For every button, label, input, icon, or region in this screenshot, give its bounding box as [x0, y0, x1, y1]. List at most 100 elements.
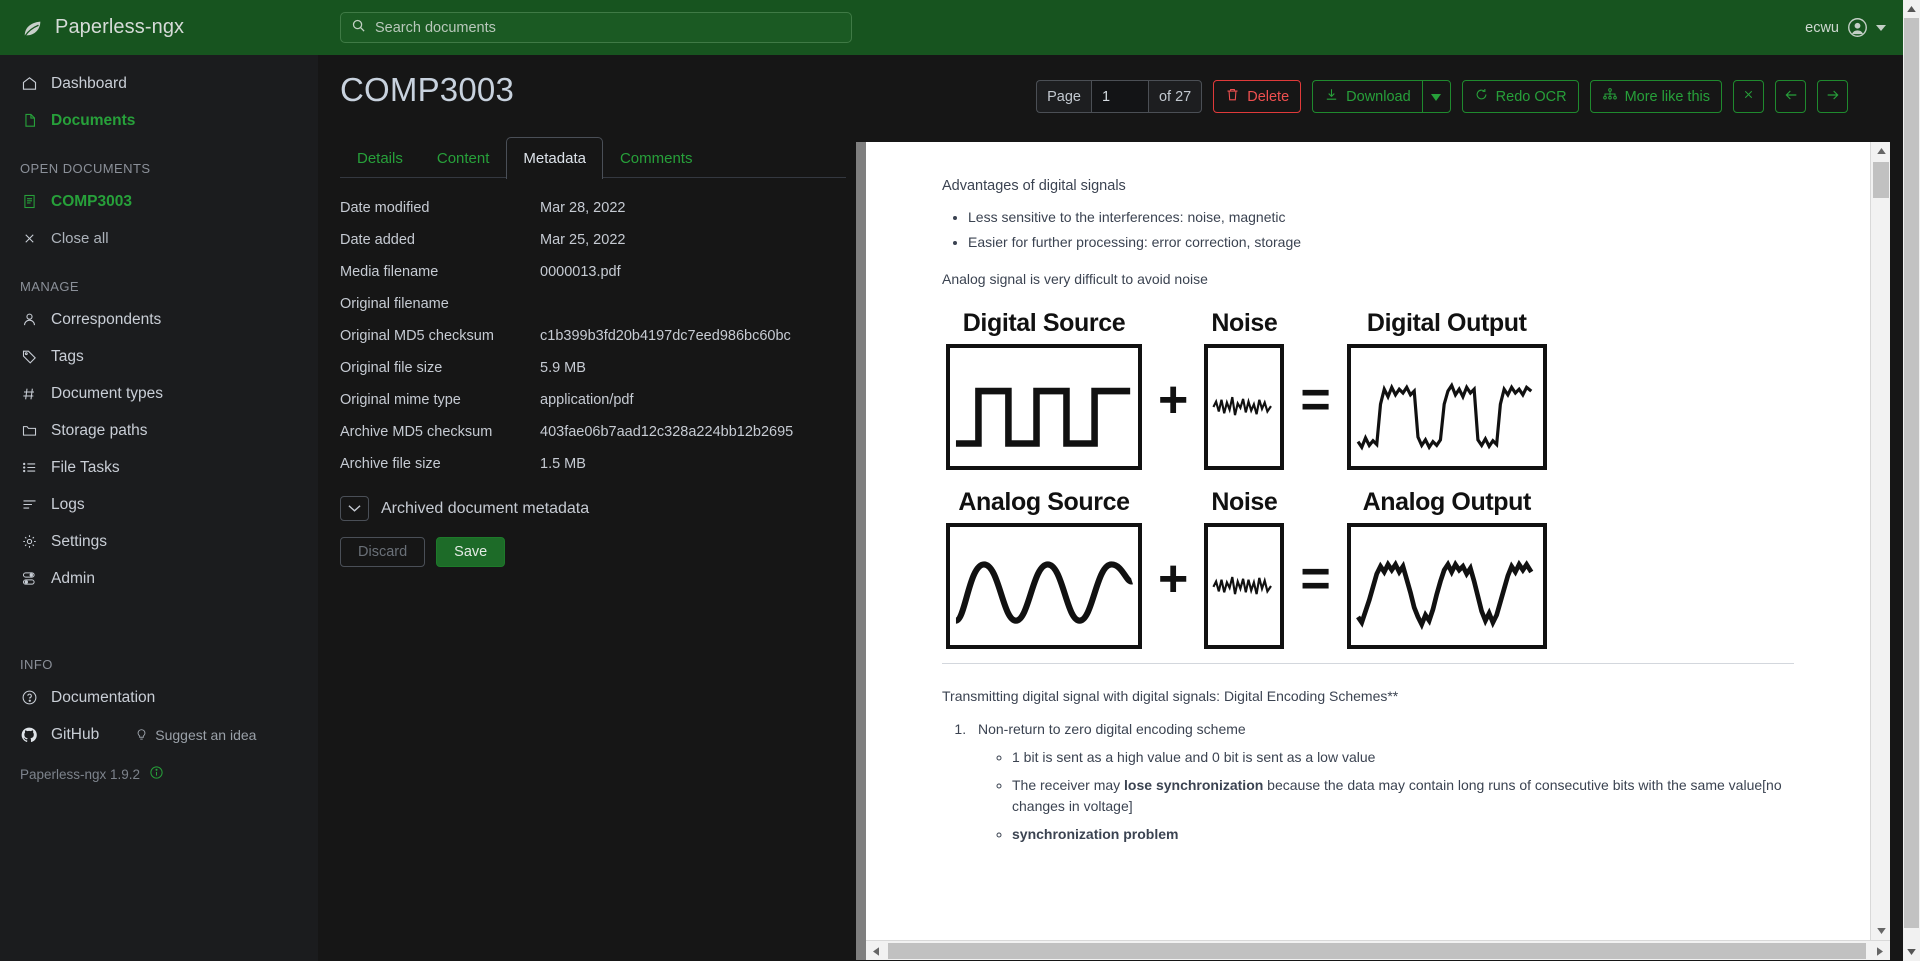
pdf-heading: Advantages of digital signals: [942, 178, 1126, 194]
page-label: Page: [1036, 80, 1091, 113]
scroll-right-arrow-icon[interactable]: [1870, 941, 1890, 960]
list-item: Non-return to zero digital encoding sche…: [970, 719, 1794, 844]
digital-square-wave: [955, 387, 1131, 447]
chevron-down-icon[interactable]: [1876, 24, 1886, 31]
sidebar-item-close-all[interactable]: Close all: [0, 220, 318, 257]
user-menu[interactable]: ecwu: [1805, 0, 1886, 55]
sidebar-item-label: File Tasks: [51, 458, 120, 476]
metadata-key: Media filename: [340, 264, 439, 280]
sidebar-item-settings[interactable]: Settings: [0, 523, 318, 560]
version-footer: Paperless-ngx 1.9.2: [0, 765, 318, 783]
sidebar-item-github[interactable]: GitHub Suggest an idea: [0, 716, 318, 753]
app-brand-label: Paperless-ngx: [55, 16, 185, 38]
sidebar-item-admin[interactable]: Admin: [0, 560, 318, 597]
download-button[interactable]: Download: [1312, 80, 1422, 113]
sidebar-item-label: Admin: [51, 569, 95, 587]
diagram-icon: [1602, 87, 1618, 107]
page-scroll-down-arrow-icon[interactable]: [1903, 943, 1920, 961]
metadata-value: 0000013.pdf: [540, 264, 621, 280]
tab-details[interactable]: Details: [340, 137, 420, 178]
figure-cell-analog-source: Analog Source: [946, 484, 1142, 650]
page-input-wrap[interactable]: [1090, 80, 1148, 113]
download-dropdown-toggle[interactable]: [1421, 80, 1451, 113]
sub-item-text: 1 bit is sent as a high value and 0 bit …: [1012, 749, 1376, 765]
page-input[interactable]: [1101, 88, 1138, 105]
folder-icon: [20, 422, 38, 440]
sidebar-item-logs[interactable]: Logs: [0, 486, 318, 523]
more-like-this-button[interactable]: More like this: [1589, 80, 1722, 113]
info-circle-icon[interactable]: [149, 765, 164, 783]
sidebar-item-documentation[interactable]: Documentation: [0, 679, 318, 716]
pdf-page: Advantages of digital signals Less sensi…: [866, 142, 1870, 942]
discard-button[interactable]: Discard: [340, 537, 426, 567]
sidebar-item-correspondents[interactable]: Correspondents: [0, 301, 318, 338]
tab-comments[interactable]: Comments: [603, 137, 710, 178]
next-document-button[interactable]: [1817, 80, 1848, 113]
download-label: Download: [1346, 88, 1411, 105]
table-row: Original file size 5.9 MB: [340, 352, 846, 384]
sidebar: Dashboard Documents OPEN DOCUMENTS COMP3…: [0, 55, 318, 961]
sidebar-item-label: Tags: [51, 347, 84, 365]
document-icon: [20, 112, 38, 130]
pdf-vertical-scrollbar[interactable]: [1870, 142, 1890, 940]
sidebar-item-storage-paths[interactable]: Storage paths: [0, 412, 318, 449]
metadata-key: Original MD5 checksum: [340, 328, 494, 344]
tab-metadata[interactable]: Metadata: [506, 137, 603, 179]
pane-splitter[interactable]: [856, 142, 866, 960]
sidebar-item-label: Dashboard: [51, 74, 127, 92]
sidebar-item-documents[interactable]: Documents: [0, 102, 318, 139]
noise-trace: [1212, 397, 1273, 416]
top-navbar: Paperless-ngx ecwu: [0, 0, 1920, 55]
page-scrollbar-thumb[interactable]: [1904, 18, 1919, 928]
archived-metadata-label: Archived document metadata: [381, 499, 590, 517]
list-item: The receiver may lose synchronization be…: [1012, 775, 1794, 816]
page-scroll-up-arrow-icon[interactable]: [1903, 0, 1920, 18]
sidebar-item-dashboard[interactable]: Dashboard: [0, 65, 318, 102]
figure-cell-analog-output: Analog Output: [1346, 484, 1547, 650]
username-label: ecwu: [1805, 19, 1839, 36]
noisy-square-wave: [1356, 382, 1533, 451]
figure-plot-box: [946, 523, 1142, 650]
sidebar-item-suggest-an-idea[interactable]: Suggest an idea: [134, 726, 256, 744]
file-text-icon: [20, 193, 38, 211]
gear-icon: [20, 533, 38, 551]
sidebar-heading-open-documents: OPEN DOCUMENTS: [20, 161, 151, 176]
suggest-label: Suggest an idea: [155, 726, 257, 743]
sidebar-item-comp3003[interactable]: COMP3003: [0, 183, 318, 220]
pdf-horizontal-scrollbar[interactable]: [866, 940, 1890, 960]
figure-caption: Digital Source: [962, 308, 1126, 337]
page-scrollbar[interactable]: [1903, 0, 1920, 961]
scroll-left-arrow-icon[interactable]: [866, 941, 886, 960]
close-icon: [20, 230, 38, 248]
redo-ocr-button[interactable]: Redo OCR: [1461, 80, 1579, 113]
delete-button[interactable]: Delete: [1213, 80, 1302, 113]
sidebar-item-label: GitHub: [51, 725, 100, 743]
app-brand[interactable]: Paperless-ngx: [0, 16, 318, 39]
sub-item-text-pre: The receiver may: [1012, 777, 1125, 794]
search-box[interactable]: [340, 12, 852, 43]
previous-document-button[interactable]: [1775, 80, 1806, 113]
figure-cell-analog-noise: Noise: [1204, 484, 1285, 650]
noisy-sine-wave: [1355, 560, 1534, 631]
save-button[interactable]: Save: [436, 537, 506, 567]
archived-metadata-toggle[interactable]: [340, 496, 369, 521]
pdf-ordered-list: Non-return to zero digital encoding sche…: [970, 719, 1794, 844]
close-document-button[interactable]: [1733, 80, 1764, 113]
pdf-horizontal-scrollbar-thumb[interactable]: [888, 943, 1866, 959]
sidebar-item-file-tasks[interactable]: File Tasks: [0, 449, 318, 486]
tab-content[interactable]: Content: [420, 137, 507, 178]
search-input[interactable]: [375, 19, 841, 36]
sidebar-item-label: Logs: [51, 495, 85, 513]
figure-plus-operator: +: [1158, 371, 1189, 430]
sidebar-item-document-types[interactable]: Document types: [0, 375, 318, 412]
pdf-vertical-scrollbar-thumb[interactable]: [1873, 162, 1889, 198]
scroll-down-arrow-icon[interactable]: [1871, 922, 1890, 940]
trash-icon: [1225, 87, 1240, 106]
chevron-down-icon: [348, 500, 361, 518]
figure-plot-box: [1204, 344, 1285, 471]
home-icon: [20, 75, 38, 93]
metadata-key: Archive file size: [340, 456, 441, 472]
metadata-key: Original file size: [340, 360, 443, 376]
sidebar-item-tags[interactable]: Tags: [0, 338, 318, 375]
scroll-up-arrow-icon[interactable]: [1871, 142, 1890, 160]
